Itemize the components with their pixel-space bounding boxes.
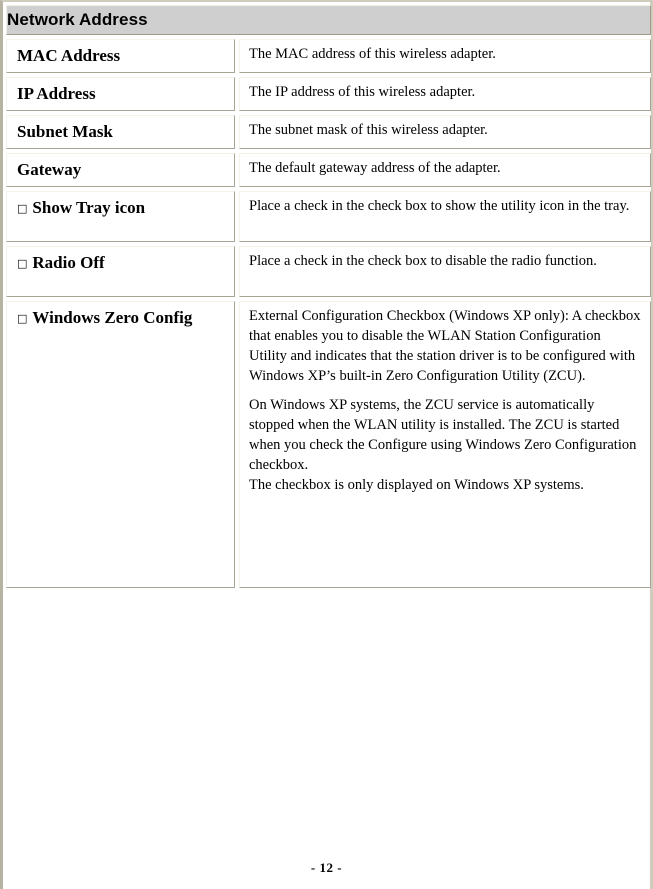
document-page: Network Address MAC Address The MAC addr… bbox=[0, 0, 653, 889]
row-label: □ Radio Off bbox=[17, 253, 105, 272]
row-label: IP Address bbox=[17, 84, 96, 103]
row-label-cell-gateway: Gateway bbox=[6, 153, 235, 187]
table-row: Gateway The default gateway address of t… bbox=[6, 153, 651, 187]
description-paragraph: The checkbox is only displayed on Window… bbox=[249, 477, 584, 493]
page-number-footer: - 12 - bbox=[310, 860, 343, 875]
row-label-text: Show Tray icon bbox=[32, 198, 146, 217]
section-header-cell: Network Address bbox=[6, 5, 651, 35]
row-label: □ Show Tray icon bbox=[17, 198, 145, 217]
row-description: The MAC address of this wireless adapter… bbox=[249, 46, 496, 62]
row-label-cell-show-tray-icon: □ Show Tray icon bbox=[6, 191, 235, 242]
section-header-row: Network Address bbox=[6, 5, 651, 35]
row-description-cell-radio-off: Place a check in the check box to disabl… bbox=[239, 246, 651, 297]
row-description-cell-show-tray-icon: Place a check in the check box to show t… bbox=[239, 191, 651, 242]
row-label-cell-subnet-mask: Subnet Mask bbox=[6, 115, 235, 149]
table-row: Subnet Mask The subnet mask of this wire… bbox=[6, 115, 651, 149]
table-row: □ Windows Zero Config External Configurat… bbox=[6, 301, 651, 588]
row-description: The IP address of this wireless adapter. bbox=[249, 84, 476, 100]
row-description: Place a check in the check box to disabl… bbox=[249, 253, 597, 269]
row-label: Subnet Mask bbox=[17, 122, 113, 141]
row-label-cell-radio-off: □ Radio Off bbox=[6, 246, 235, 297]
row-label-text: Windows Zero Config bbox=[32, 308, 193, 327]
row-label: MAC Address bbox=[17, 46, 121, 65]
row-description: External Configuration Checkbox (Windows… bbox=[249, 306, 642, 495]
row-label-cell-mac-address: MAC Address bbox=[6, 39, 235, 73]
checkbox-icon[interactable]: □ bbox=[17, 257, 27, 270]
table-row: MAC Address The MAC address of this wire… bbox=[6, 39, 651, 73]
row-description-cell-gateway: The default gateway address of the adapt… bbox=[239, 153, 651, 187]
checkbox-icon[interactable]: □ bbox=[17, 312, 27, 325]
row-description-cell-mac-address: The MAC address of this wireless adapter… bbox=[239, 39, 651, 73]
description-paragraph: External Configuration Checkbox (Windows… bbox=[249, 308, 641, 384]
row-label-cell-ip-address: IP Address bbox=[6, 77, 235, 111]
row-description: The subnet mask of this wireless adapter… bbox=[249, 122, 488, 138]
description-paragraph: On Windows XP systems, the ZCU service i… bbox=[249, 397, 637, 473]
table-row: □ Show Tray icon Place a check in the che… bbox=[6, 191, 651, 242]
row-label-text: Radio Off bbox=[32, 253, 105, 272]
row-label-cell-windows-zero-config: □ Windows Zero Config bbox=[6, 301, 235, 588]
row-description: The default gateway address of the adapt… bbox=[249, 160, 501, 176]
row-label: □ Windows Zero Config bbox=[17, 308, 192, 327]
page-title: Network Address bbox=[7, 10, 148, 29]
row-label: Gateway bbox=[17, 160, 82, 179]
table-row: IP Address The IP address of this wirele… bbox=[6, 77, 651, 111]
row-description: Place a check in the check box to show t… bbox=[249, 198, 630, 214]
row-description-cell-subnet-mask: The subnet mask of this wireless adapter… bbox=[239, 115, 651, 149]
row-description-cell-ip-address: The IP address of this wireless adapter. bbox=[239, 77, 651, 111]
row-description-cell-windows-zero-config: External Configuration Checkbox (Windows… bbox=[239, 301, 651, 588]
network-address-table: Network Address MAC Address The MAC addr… bbox=[6, 5, 651, 588]
checkbox-icon[interactable]: □ bbox=[17, 202, 27, 215]
table-row: □ Radio Off Place a check in the check bo… bbox=[6, 246, 651, 297]
